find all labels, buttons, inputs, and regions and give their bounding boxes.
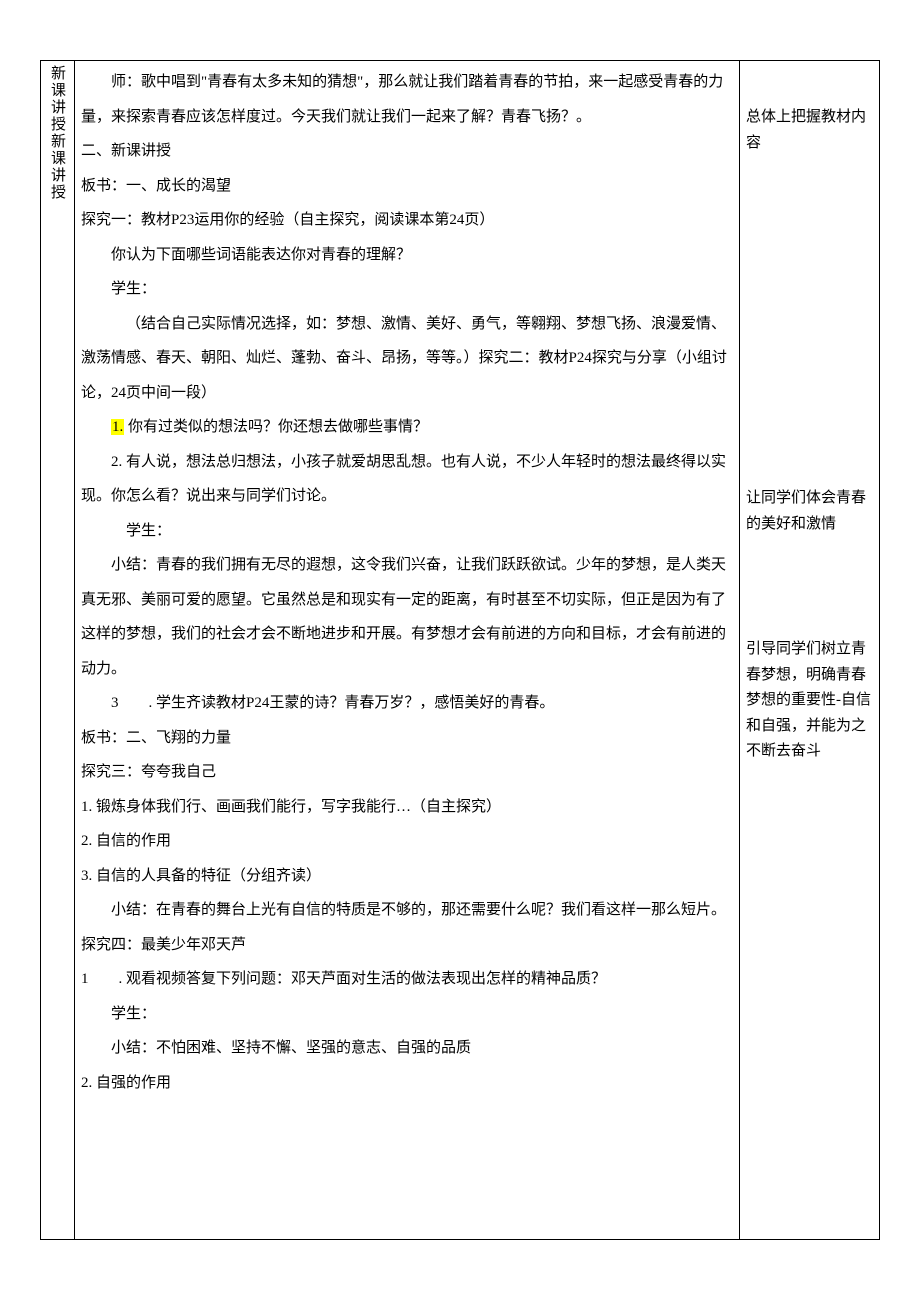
inquiry-4-item2: 2. 自强的作用 — [81, 1066, 733, 1101]
inquiry-3-item3: 3. 自信的人具备的特征（分组齐读） — [81, 859, 733, 894]
board-note-2: 板书：二、飞翔的力量 — [81, 721, 733, 756]
summary-1: 小结：青春的我们拥有无尽的遐想，这令我们兴奋，让我们跃跃欲试。少年的梦想，是人类… — [81, 548, 733, 686]
side-note-1: 总体上把握教材内容 — [746, 105, 873, 156]
student-label-3: 学生： — [81, 997, 733, 1032]
side-note-3: 引导同学们树立青春梦想，明确青春梦想的重要性-自信和自强，并能为之不断去奋斗 — [746, 637, 873, 765]
inquiry-3-title: 探究三：夸夸我自己 — [81, 755, 733, 790]
section-label: 新课讲授新课讲授 — [47, 65, 68, 201]
summary-2: 小结：在青春的舞台上光有自信的特质是不够的，那还需要什么呢？我们看这样一那么短片… — [81, 893, 733, 928]
inquiry-3-item1: 1. 锻炼身体我们行、画画我们能行，写字我能行…（自主探究） — [81, 790, 733, 825]
highlight-marker: 1. — [111, 419, 124, 435]
inquiry-4-title: 探究四：最美少年邓天芦 — [81, 928, 733, 963]
board-note-1: 板书：一、成长的渴望 — [81, 169, 733, 204]
inquiry-1-words: （结合自己实际情况选择，如：梦想、激情、美好、勇气，等翱翔、梦想飞扬、浪漫爱情、… — [81, 307, 733, 411]
student-label-1: 学生： — [81, 272, 733, 307]
teacher-intro: 师：歌中唱到"青春有太多未知的猜想"，那么就让我们踏着青春的节拍，来一起感受青春… — [81, 65, 733, 134]
inquiry-2-q2: 2. 有人说，想法总归想法，小孩子就爱胡思乱想。也有人说，不少人年轻时的想法最终… — [81, 445, 733, 514]
inquiry-4-q1: 1 . 观看视频答复下列问题：邓天芦面对生活的做法表现出怎样的精神品质？ — [81, 962, 733, 997]
summary-3: 小结：不怕困难、坚持不懈、坚强的意志、自强的品质 — [81, 1031, 733, 1066]
side-note-2: 让同学们体会青春的美好和激情 — [746, 486, 873, 537]
lesson-plan-table: 新课讲授新课讲授 师：歌中唱到"青春有太多未知的猜想"，那么就让我们踏着青春的节… — [40, 60, 880, 1240]
section-label-cell: 新课讲授新课讲授 — [41, 61, 75, 1240]
section-heading-new: 二、新课讲授 — [81, 134, 733, 169]
inquiry-1-title: 探究一：教材P23运用你的经验（自主探究，阅读课本第24页） — [81, 203, 733, 238]
inquiry-3-item2: 2. 自信的作用 — [81, 824, 733, 859]
inquiry-2-q1: 1. 你有过类似的想法吗？你还想去做哪些事情？ — [81, 410, 733, 445]
activity-poem: 3 . 学生齐读教材P24王蒙的诗？青春万岁？，感悟美好的青春。 — [81, 686, 733, 721]
main-content-cell: 师：歌中唱到"青春有太多未知的猜想"，那么就让我们踏着青春的节拍，来一起感受青春… — [75, 61, 740, 1240]
student-label-2: 学生： — [81, 514, 733, 549]
side-notes-cell: 总体上把握教材内容 让同学们体会青春的美好和激情 引导同学们树立青春梦想，明确青… — [740, 61, 880, 1240]
inquiry-1-question: 你认为下面哪些词语能表达你对青春的理解？ — [81, 238, 733, 273]
